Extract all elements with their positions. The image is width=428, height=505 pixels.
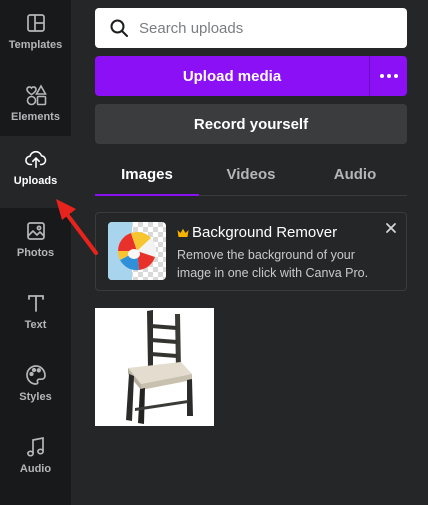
uploaded-image-chair[interactable]: [95, 308, 214, 426]
more-dot: [386, 74, 391, 78]
music-note-icon: [25, 436, 47, 458]
side-rail: Templates Elements Uploads Photos Text S…: [0, 0, 71, 505]
search-input[interactable]: [139, 19, 389, 37]
search-icon: [110, 19, 128, 37]
rail-item-styles[interactable]: Styles: [0, 352, 71, 424]
upload-tabs: Images Videos Audio: [95, 160, 407, 196]
rail-item-elements[interactable]: Elements: [0, 72, 71, 144]
more-dot: [379, 74, 384, 78]
record-yourself-button[interactable]: Record yourself: [95, 104, 407, 144]
close-icon[interactable]: [384, 221, 398, 235]
upload-controls: Upload media: [95, 56, 407, 96]
tab-audio[interactable]: Audio: [303, 160, 407, 195]
promo-title: Background Remover: [192, 224, 338, 241]
promo-description: Remove the background of your image in o…: [177, 248, 369, 280]
promo-thumbnail: [108, 222, 166, 280]
crown-icon: [177, 228, 189, 237]
template-icon: [25, 12, 47, 34]
rail-item-templates[interactable]: Templates: [0, 0, 71, 72]
more-dot: [393, 74, 398, 78]
photo-icon: [25, 220, 47, 242]
elements-icon: [25, 84, 47, 106]
tab-images[interactable]: Images: [95, 160, 199, 196]
rail-item-label: Text: [24, 319, 47, 331]
more-options-button[interactable]: [369, 56, 407, 96]
rail-item-audio[interactable]: Audio: [0, 424, 71, 496]
rail-item-text[interactable]: Text: [0, 280, 71, 352]
rail-item-label: Uploads: [13, 175, 58, 187]
rail-item-label: Styles: [19, 391, 52, 403]
upload-media-button[interactable]: Upload media: [95, 56, 369, 96]
text-icon: [25, 292, 47, 314]
palette-icon: [25, 364, 47, 386]
rail-item-label: Audio: [19, 463, 52, 475]
rail-item-label: Photos: [16, 247, 55, 259]
cloud-upload-icon: [24, 148, 47, 170]
rail-item-label: Templates: [8, 39, 63, 51]
background-remover-promo[interactable]: Background Remover Remove the background…: [95, 212, 407, 291]
rail-item-label: Elements: [11, 111, 60, 123]
tab-videos[interactable]: Videos: [199, 160, 303, 195]
search-box[interactable]: [95, 8, 407, 48]
rail-item-photos[interactable]: Photos: [0, 208, 71, 280]
rail-item-uploads[interactable]: Uploads: [0, 136, 71, 208]
uploads-panel: Upload media Record yourself Images Vide…: [71, 0, 428, 505]
promo-title-row: Background Remover: [177, 224, 337, 241]
